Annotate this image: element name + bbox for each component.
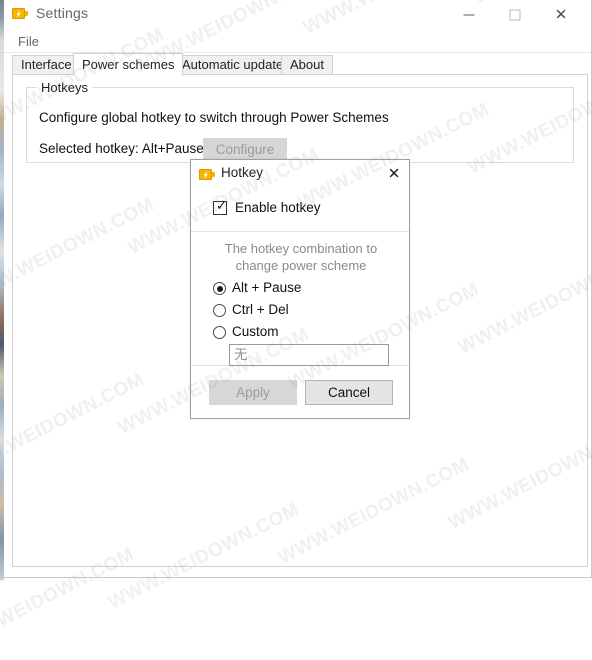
minimize-button[interactable] — [446, 0, 492, 30]
checkmark-glyph: ✓ — [216, 199, 227, 214]
battery-charging-icon — [12, 8, 28, 20]
hotkeys-groupbox: Hotkeys Configure global hotkey to switc… — [26, 80, 574, 163]
enable-hotkey-label: Enable hotkey — [235, 200, 321, 215]
radio-alt-pause-label: Alt + Pause — [232, 280, 302, 295]
dialog-title: Hotkey — [221, 165, 264, 180]
settings-window: Settings ✕ File Interface Power schemes … — [4, 0, 592, 578]
radio-unselected-icon — [213, 304, 226, 317]
tab-automatic-updates[interactable]: Automatic updates — [173, 55, 299, 75]
radio-unselected-icon — [213, 326, 226, 339]
hotkeys-description: Configure global hotkey to switch throug… — [39, 110, 389, 125]
hotkey-dialog: Hotkey ✕ ✓ Enable hotkey The hotkey comb… — [190, 159, 410, 419]
hotkeys-groupbox-title: Hotkeys — [37, 80, 92, 95]
radio-selected-icon — [213, 282, 226, 295]
selected-hotkey-label: Selected hotkey: Alt+Pause — [39, 141, 204, 156]
tab-strip: Interface Power schemes Automatic update… — [12, 53, 588, 76]
checkbox-checked-icon: ✓ — [213, 199, 227, 215]
apply-button[interactable]: Apply — [209, 380, 297, 405]
window-title: Settings — [36, 5, 89, 21]
maximize-icon — [509, 9, 521, 21]
menu-item-file[interactable]: File — [14, 33, 43, 50]
battery-charging-icon — [199, 169, 215, 181]
dialog-close-button[interactable]: ✕ — [381, 162, 407, 186]
radio-ctrl-del-label: Ctrl + Del — [232, 302, 289, 317]
close-button[interactable]: ✕ — [538, 0, 584, 30]
radio-custom-label: Custom — [232, 324, 279, 339]
cancel-button[interactable]: Cancel — [305, 380, 393, 405]
menu-bar: File — [4, 30, 591, 53]
minimize-icon — [463, 14, 475, 16]
close-icon: ✕ — [554, 5, 568, 24]
tab-power-schemes[interactable]: Power schemes — [73, 53, 184, 76]
radio-group-caption: The hotkey combination to change power s… — [224, 241, 378, 273]
dialog-title-bar: Hotkey ✕ — [191, 160, 409, 188]
dialog-button-row: Apply Cancel — [191, 366, 409, 418]
dialog-radio-section: The hotkey combination to change power s… — [191, 232, 409, 366]
custom-hotkey-input[interactable]: 无 — [229, 344, 389, 366]
maximize-button[interactable] — [492, 0, 538, 30]
title-bar: Settings ✕ — [4, 0, 591, 30]
dialog-enable-section: ✓ Enable hotkey — [191, 188, 409, 232]
tab-about[interactable]: About — [281, 55, 333, 75]
tab-interface[interactable]: Interface — [12, 55, 81, 75]
close-icon: ✕ — [387, 164, 401, 183]
